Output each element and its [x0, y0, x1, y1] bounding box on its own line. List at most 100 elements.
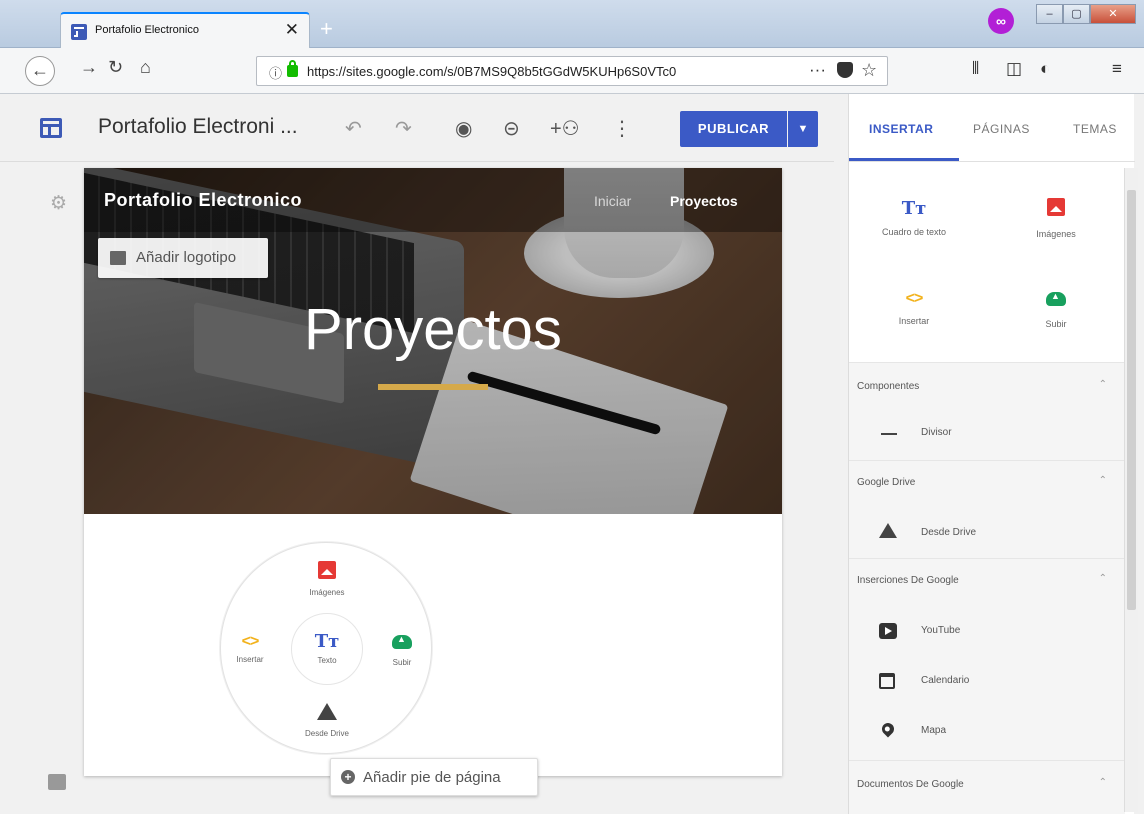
insert-images-label: Imágenes	[1036, 229, 1076, 239]
radial-embed-button[interactable]: <> Insertar	[223, 633, 277, 664]
section-documentos-google: Documentos De Google ⌃	[849, 760, 1125, 814]
insert-images-button[interactable]: Imágenes	[991, 198, 1121, 239]
gear-icon[interactable]: ⚙	[50, 192, 67, 215]
insert-embed-label: Insertar	[898, 316, 930, 326]
window-controls: – ▢ ✕	[1036, 4, 1136, 24]
section-inserciones-title[interactable]: Inserciones De Google	[857, 575, 959, 586]
scrollbar-thumb[interactable]	[1127, 190, 1136, 610]
section-componentes-title[interactable]: Componentes	[857, 381, 919, 392]
tab-paginas[interactable]: PÁGINAS	[973, 122, 1030, 136]
collapse-chevron-icon[interactable]: ⌃	[1099, 379, 1107, 390]
section-google-drive: Google Drive ⌃ Desde Drive	[849, 460, 1125, 558]
site-title[interactable]: Portafolio Electroni ...	[98, 115, 298, 139]
home-icon[interactable]: ⌂	[140, 57, 151, 78]
sites-favicon-icon	[71, 24, 87, 40]
header-banner[interactable]: Portafolio Electronico Iniciar Proyectos…	[84, 168, 782, 514]
insert-embed-button[interactable]: <> Insertar	[849, 290, 979, 326]
insert-text-box-button[interactable]: Tт Cuadro de texto	[849, 198, 979, 237]
share-add-person-icon[interactable]: +⚇	[550, 116, 580, 141]
insert-radial-menu: Imágenes <> Insertar Tт Texto Subir Desd…	[220, 542, 432, 754]
insert-text-box-label: Cuadro de texto	[881, 227, 947, 237]
collapse-chevron-icon[interactable]: ⌃	[1099, 475, 1107, 486]
radial-images-label: Imágenes	[309, 588, 345, 597]
map-pin-icon	[879, 720, 897, 738]
site-name[interactable]: Portafolio Electronico	[104, 190, 302, 211]
hamburger-menu-icon[interactable]: ≡	[1112, 59, 1122, 79]
url-text[interactable]: https://sites.google.com/s/0B7MS9Q8b5tGG…	[307, 64, 775, 79]
sites-logo-icon[interactable]	[40, 118, 62, 138]
title-accent-bar	[378, 384, 488, 390]
account-icon[interactable]: ◐	[1040, 59, 1050, 79]
publish-dropdown-icon[interactable]: ▼	[788, 111, 818, 147]
section-documentos-title[interactable]: Documentos De Google	[857, 779, 964, 790]
add-logo-button[interactable]: Añadir logotipo	[98, 238, 268, 278]
add-logo-label: Añadir logotipo	[136, 249, 237, 266]
radial-upload-button[interactable]: Subir	[377, 634, 427, 667]
pocket-icon[interactable]	[837, 62, 853, 78]
undo-icon[interactable]: ↶	[345, 116, 362, 141]
insert-upload-label: Subir	[1045, 319, 1067, 329]
radial-text-button[interactable]: Tт Texto	[299, 631, 355, 665]
collapse-chevron-icon[interactable]: ⌃	[1099, 573, 1107, 584]
tab-temas[interactable]: TEMAS	[1073, 122, 1117, 136]
insert-upload-button[interactable]: Subir	[991, 291, 1121, 329]
more-options-icon[interactable]: ⋮	[612, 116, 632, 141]
radial-drive-button[interactable]: Desde Drive	[291, 703, 363, 738]
reload-icon[interactable]: ↻	[108, 57, 123, 78]
section-componentes: Componentes ⌃ Divisor	[849, 362, 1125, 460]
nav-item-proyectos[interactable]: Proyectos	[670, 193, 738, 209]
feedback-icon[interactable]	[48, 774, 66, 790]
section-drive-title[interactable]: Google Drive	[857, 477, 915, 488]
tab-insertar[interactable]: INSERTAR	[869, 122, 933, 136]
drive-icon	[879, 523, 897, 538]
redo-icon[interactable]: ↷	[395, 116, 412, 141]
radial-images-button[interactable]: Imágenes	[297, 561, 357, 597]
images-icon	[318, 561, 336, 579]
sites-editor: Portafolio Electroni ... ↶ ↷ ◉ ⊝ +⚇ ⋮ PU…	[0, 94, 1144, 814]
page-title[interactable]: Proyectos	[84, 296, 782, 363]
bookmark-star-icon[interactable]: ☆	[861, 60, 877, 81]
sidebar-icon[interactable]: ◫	[1006, 59, 1022, 79]
text-box-icon: Tт	[314, 631, 340, 652]
tab-title: Portafolio Electronico	[95, 24, 199, 36]
image-icon	[110, 251, 126, 265]
radial-text-label: Texto	[317, 656, 337, 665]
copy-link-icon[interactable]: ⊝	[503, 116, 520, 141]
add-circle-icon: +	[341, 770, 355, 784]
page-canvas: Portafolio Electronico Iniciar Proyectos…	[84, 168, 782, 776]
panel-tabs: INSERTAR PÁGINAS TEMAS	[849, 94, 1135, 162]
panel-item-calendario[interactable]: Calendario	[921, 675, 969, 686]
panel-item-desde-drive[interactable]: Desde Drive	[921, 527, 976, 538]
panel-item-divisor[interactable]: Divisor	[921, 427, 952, 438]
browser-tab[interactable]: Portafolio Electronico ✕	[60, 12, 310, 48]
collapse-chevron-icon[interactable]: ⌃	[1099, 777, 1107, 788]
panel-scrollbar[interactable]	[1124, 168, 1138, 812]
divider-icon	[881, 433, 897, 435]
publish-button[interactable]: PUBLICAR	[680, 111, 787, 147]
minimize-button[interactable]: –	[1036, 4, 1063, 24]
library-icon[interactable]: ⫴	[972, 59, 979, 79]
radial-upload-label: Subir	[392, 658, 412, 667]
active-tab-indicator	[849, 158, 959, 161]
new-tab-button[interactable]: +	[320, 16, 333, 42]
panel-item-mapa[interactable]: Mapa	[921, 725, 946, 736]
forward-arrow-icon[interactable]: →	[80, 57, 98, 78]
images-icon	[1047, 198, 1065, 216]
browser-titlebar: Portafolio Electronico ✕ + ∞ – ▢ ✕	[0, 0, 1144, 48]
maximize-button[interactable]: ▢	[1063, 4, 1090, 24]
add-footer-button[interactable]: + Añadir pie de página	[330, 758, 538, 796]
preview-eye-icon[interactable]: ◉	[455, 116, 472, 141]
close-window-button[interactable]: ✕	[1090, 4, 1136, 24]
lock-icon	[287, 60, 298, 77]
add-footer-label: Añadir pie de página	[363, 769, 501, 786]
panel-item-youtube[interactable]: YouTube	[921, 625, 960, 636]
url-bar[interactable]: ⓘ https://sites.google.com/s/0B7MS9Q8b5t…	[256, 56, 888, 86]
back-arrow-icon[interactable]: ←	[25, 56, 55, 86]
page-actions-menu-icon[interactable]: ···	[809, 60, 826, 80]
tab-close-icon[interactable]: ✕	[285, 20, 299, 40]
nav-item-iniciar[interactable]: Iniciar	[594, 193, 631, 209]
extension-infinity-icon[interactable]: ∞	[988, 8, 1014, 34]
text-box-icon: Tт	[901, 198, 927, 219]
info-icon[interactable]: ⓘ	[269, 63, 282, 82]
section-inserciones-google: Inserciones De Google ⌃ YouTube Calendar…	[849, 558, 1125, 760]
